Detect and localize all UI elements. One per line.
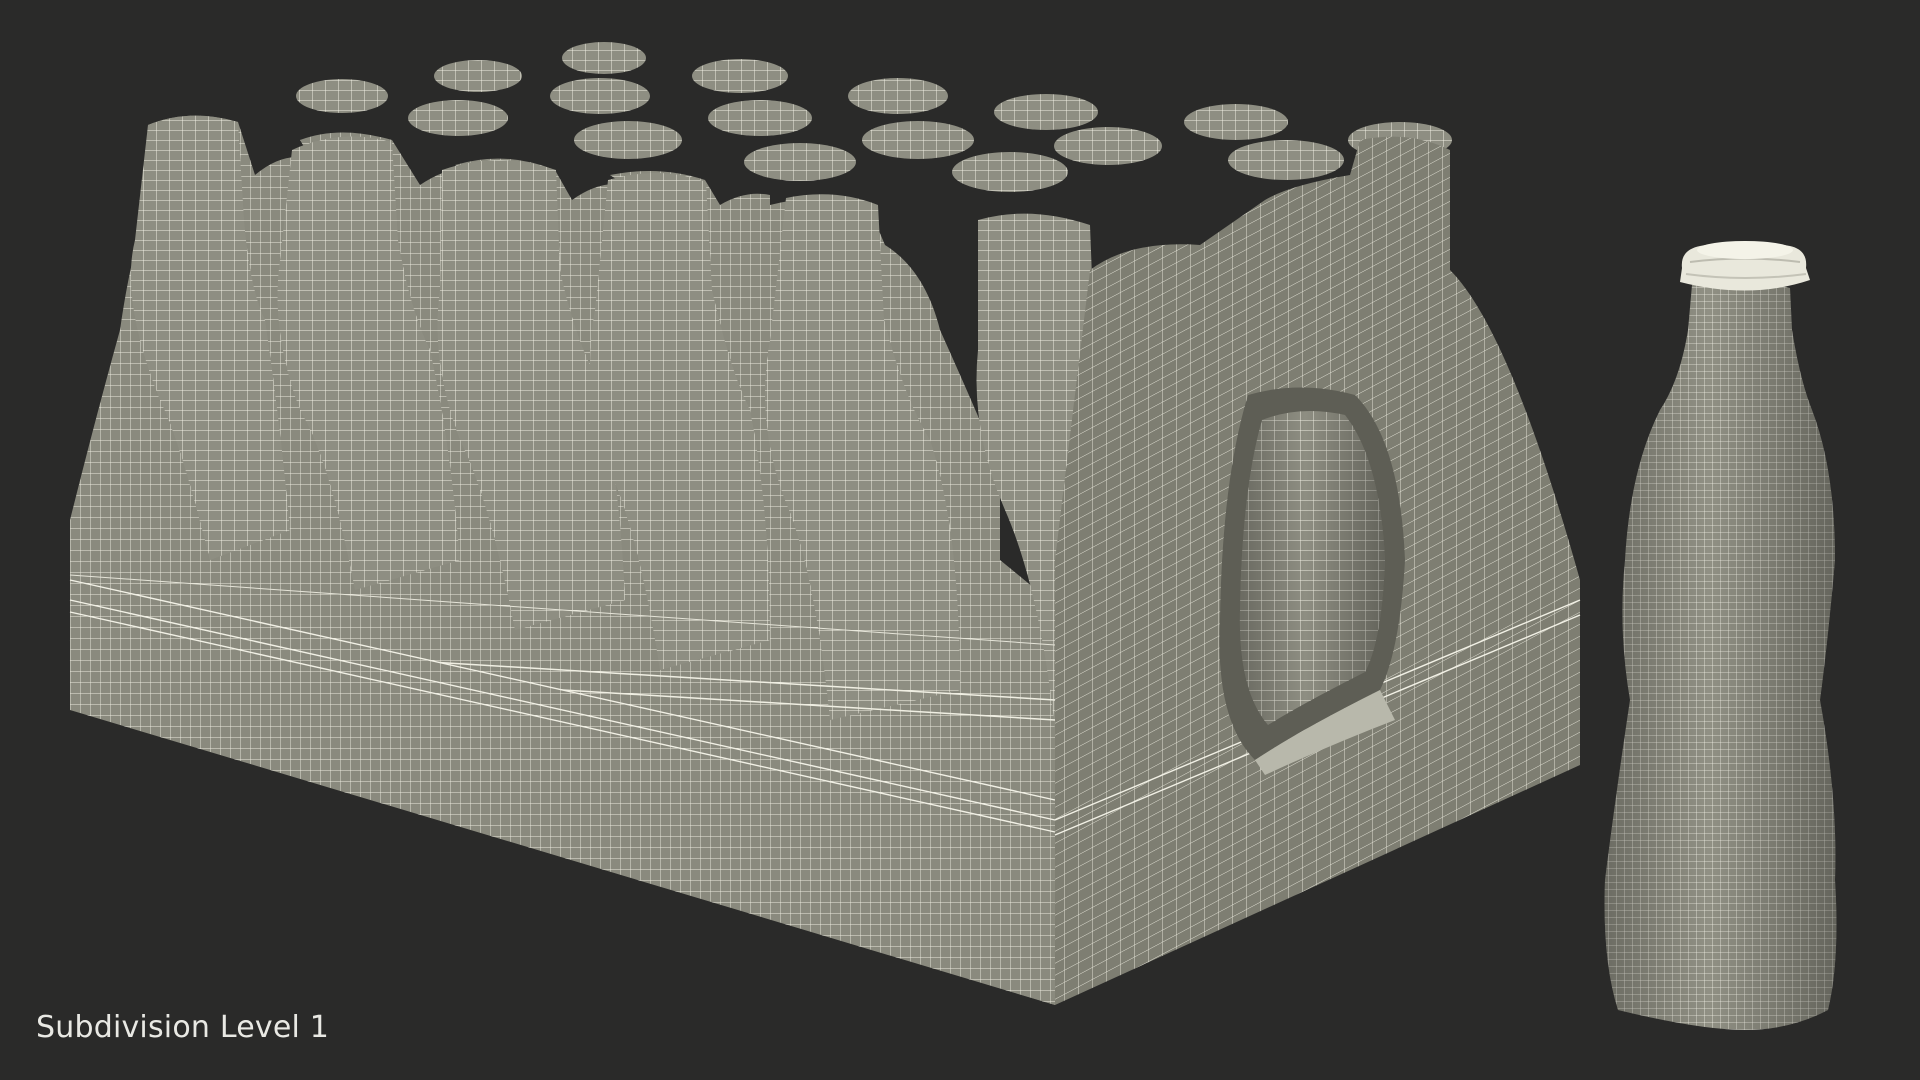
- wireframe-render: [69, 42, 1837, 1030]
- render-viewport: Subdivision Level 1: [0, 0, 1920, 1080]
- bottle-pack-wireframe: [69, 42, 1581, 1005]
- subdivision-level-caption: Subdivision Level 1: [36, 1010, 330, 1045]
- single-bottle-wireframe: [1604, 241, 1837, 1030]
